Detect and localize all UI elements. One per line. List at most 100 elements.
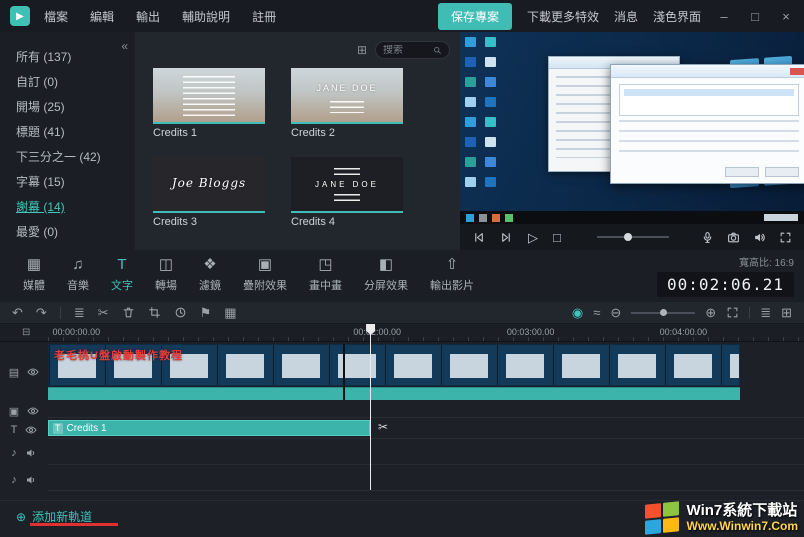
save-project-button[interactable]: 保存專案 <box>438 3 512 30</box>
marker-flag-icon[interactable]: ⚑ <box>200 305 212 321</box>
minimize-button[interactable]: – <box>716 9 732 24</box>
sidebar-category-item[interactable]: 自訂 (0) <box>0 69 135 94</box>
undo-icon[interactable]: ↶ <box>12 305 23 321</box>
grid-view-icon[interactable]: ⊞ <box>357 43 367 57</box>
playhead[interactable] <box>370 324 371 490</box>
track-manager-icon[interactable]: ≣ <box>74 305 85 321</box>
toolbar-item[interactable]: ▦ 媒體 <box>12 257 56 302</box>
skip-back-icon[interactable] <box>472 231 485 244</box>
toolbar-item[interactable]: ◫ 轉場 <box>144 257 188 302</box>
sidebar-category-item[interactable]: 開場 (25) <box>0 94 135 119</box>
stop-button[interactable]: □ <box>553 231 561 244</box>
zoom-in-icon[interactable]: ⊕ <box>705 305 716 321</box>
seek-slider[interactable] <box>597 236 669 238</box>
pip-track-lane[interactable] <box>48 400 804 418</box>
zoom-slider-thumb[interactable] <box>660 309 667 316</box>
download-effects-button[interactable]: 下載更多特效 <box>527 8 599 25</box>
sidebar-category-item[interactable]: 謝幕 (14) <box>0 194 135 219</box>
template-item[interactable]: JANE DOE Credits 4 <box>291 157 403 228</box>
video-clip[interactable]: 老毛桃U盤啟動製作教程 <box>48 344 740 400</box>
sidebar-collapse-icon[interactable]: « <box>121 39 128 53</box>
redo-icon[interactable]: ↷ <box>36 305 47 321</box>
close-button[interactable]: × <box>778 9 794 24</box>
toolbar-item[interactable]: ◧ 分屏效果 <box>353 257 419 302</box>
grid-view-icon[interactable]: ⊞ <box>781 305 792 321</box>
menu-item[interactable]: 輸出 <box>136 8 160 25</box>
text-track-lane[interactable]: T Credits 1 ✂ <box>48 418 804 439</box>
toolbar-item-label: 文字 <box>111 277 133 293</box>
eye-visibility-icon[interactable] <box>27 405 39 417</box>
template-name: Credits 3 <box>153 216 265 228</box>
search-input[interactable] <box>383 45 429 56</box>
scissors-cursor-icon[interactable]: ✂ <box>378 420 388 434</box>
mute-speaker-icon[interactable] <box>25 474 37 486</box>
sidebar-category-item[interactable]: 最愛 (0) <box>0 219 135 244</box>
toolbar-item[interactable]: ❖ 濾鏡 <box>188 257 232 302</box>
list-view-icon[interactable]: ≣ <box>760 305 771 321</box>
play-button[interactable]: ▷ <box>528 231 538 244</box>
timeline-ruler[interactable]: 00:00:00.0000:02:00.0000:03:00.0000:04:0… <box>48 324 804 341</box>
toolbar-item-icon: ♫ <box>72 257 83 273</box>
audio-mixer-icon[interactable]: ≈ <box>593 305 600 320</box>
volume-speaker-icon[interactable] <box>753 231 766 244</box>
skip-forward-icon[interactable] <box>500 231 513 244</box>
speed-clock-icon[interactable] <box>174 306 187 319</box>
template-name: Credits 1 <box>153 127 265 139</box>
maximize-button[interactable]: □ <box>747 9 763 24</box>
messages-button[interactable]: 消息 <box>614 8 638 25</box>
thumbnail-title-text: JANE DOE <box>291 83 403 93</box>
seek-slider-thumb[interactable] <box>624 233 632 241</box>
template-thumbnail[interactable]: JANE DOE <box>291 68 403 124</box>
ruler-options-icon[interactable]: ⊟ <box>22 327 30 338</box>
split-scissors-icon[interactable]: ✂ <box>98 305 109 321</box>
search-box[interactable] <box>375 41 450 59</box>
video-track-lane[interactable]: 老毛桃U盤啟動製作教程 <box>48 344 804 400</box>
zoom-fit-icon[interactable] <box>726 306 739 319</box>
template-item[interactable]: JANE DOE Credits 2 <box>291 68 403 139</box>
toolbar-item-label: 音樂 <box>67 277 89 293</box>
toolbar-item[interactable]: ♫ 音樂 <box>56 257 100 302</box>
menu-item[interactable]: 編輯 <box>90 8 114 25</box>
audio-track-lane[interactable] <box>48 439 804 465</box>
thumbnail-title-text: Joe Bloggs <box>153 176 265 190</box>
menu-item[interactable]: 檔案 <box>44 8 68 25</box>
fullscreen-icon[interactable] <box>779 231 792 244</box>
template-thumbnail[interactable]: Joe Bloggs <box>153 157 265 213</box>
toolbar-item[interactable]: ▣ 疊附效果 <box>232 257 298 302</box>
preview-video-frame[interactable] <box>460 32 804 224</box>
sidebar-category-item[interactable]: 所有 (137) <box>0 44 135 69</box>
menu-item[interactable]: 註冊 <box>252 8 276 25</box>
ruler-time-label: 00:03:00.00 <box>507 327 555 337</box>
timeline-zoom-slider[interactable] <box>631 312 695 314</box>
sidebar-category-item[interactable]: 標題 (41) <box>0 119 135 144</box>
delete-trash-icon[interactable] <box>122 306 135 319</box>
template-item[interactable]: Joe Bloggs Credits 3 <box>153 157 265 228</box>
theme-toggle-button[interactable]: 淺色界面 <box>653 8 701 25</box>
toolbar-item-label: 疊附效果 <box>243 277 287 293</box>
track-headers: ▤ ▣ T ♪ <box>0 342 48 500</box>
voiceover-mic-icon[interactable] <box>701 231 714 244</box>
toolbar-item[interactable]: T 文字 <box>100 257 144 302</box>
toolbar-item-label: 輸出影片 <box>430 277 474 293</box>
toolbar-item[interactable]: ◳ 畫中畫 <box>298 257 353 302</box>
text-clip[interactable]: T Credits 1 <box>48 420 370 436</box>
snapshot-camera-icon[interactable] <box>727 231 740 244</box>
zoom-out-icon[interactable]: ⊖ <box>610 305 621 321</box>
template-thumbnail[interactable]: JANE DOE <box>291 157 403 213</box>
crop-icon[interactable] <box>148 306 161 319</box>
eye-visibility-icon[interactable] <box>25 424 37 436</box>
mute-speaker-icon[interactable] <box>25 447 37 459</box>
render-preview-icon[interactable]: ◉ <box>572 305 583 321</box>
audio-track-header: ♪ <box>0 445 48 461</box>
transport-controls: ▷ □ <box>472 231 561 244</box>
sidebar-category-item[interactable]: 字幕 (15) <box>0 169 135 194</box>
toolbar-item[interactable]: ⇧ 輸出影片 <box>419 257 485 302</box>
eye-visibility-icon[interactable] <box>27 366 39 378</box>
mosaic-icon[interactable]: ▦ <box>224 305 236 321</box>
audio-track-lane[interactable] <box>48 465 804 491</box>
sidebar-category-item[interactable]: 下三分之一 (42) <box>0 144 135 169</box>
template-item[interactable]: Credits 1 <box>153 68 265 139</box>
menu-item[interactable]: 輔助說明 <box>182 8 230 25</box>
template-thumbnail[interactable] <box>153 68 265 124</box>
titlebar-actions: 保存專案 下載更多特效 消息 淺色界面 – □ × <box>438 3 794 30</box>
